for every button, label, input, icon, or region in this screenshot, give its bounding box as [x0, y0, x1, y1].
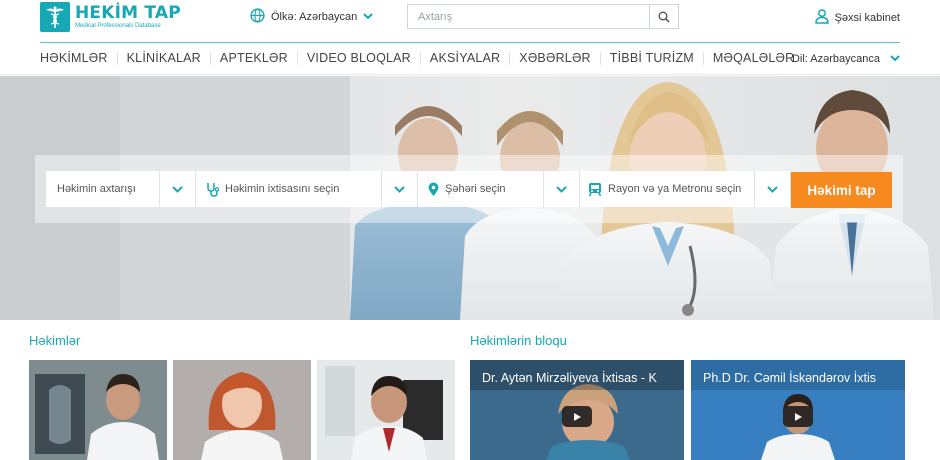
- doctor-search-field[interactable]: Həkimin axtarışı: [46, 171, 196, 207]
- doctor-search-label: Həkimin axtarışı: [57, 183, 136, 195]
- nav-item-clinics[interactable]: KLİNİKALAR: [116, 52, 210, 65]
- stethoscope-icon: [206, 182, 219, 197]
- language-selector[interactable]: Dil: Azərbaycanca: [792, 53, 900, 65]
- country-selector[interactable]: Ölkə: Azərbaycan: [250, 8, 373, 26]
- doctor-photo: [29, 360, 167, 460]
- find-doctor-button[interactable]: Həkimi tap: [791, 172, 892, 208]
- site-header: HEKİM TAP Medical Professionals Database…: [0, 0, 940, 44]
- hero-banner: Həkimin axtarışı Həkimin ixtisasını seçi…: [0, 76, 940, 320]
- doctor-card[interactable]: [173, 360, 311, 460]
- doctor-finder-panel: Həkimin axtarışı Həkimin ixtisasını seçi…: [35, 155, 903, 223]
- chevron-down-icon: [363, 11, 373, 23]
- play-icon[interactable]: [783, 406, 813, 427]
- logo-title: HEKİM TAP: [75, 3, 181, 23]
- nav-item-pharmacies[interactable]: APTEKLƏR: [209, 52, 297, 65]
- nav-item-promotions[interactable]: AKSİYALAR: [419, 52, 509, 65]
- district-metro-select[interactable]: Rayon və ya Metronu seçin: [580, 171, 791, 207]
- nav-item-medical-tourism[interactable]: TİBBİ TURİZM: [599, 52, 703, 65]
- search-bar: [407, 4, 679, 29]
- doctor-card[interactable]: [317, 360, 455, 460]
- video-title: Ph.D Dr. Cəmil İskəndərov İxtis: [703, 371, 876, 385]
- globe-icon: [250, 8, 265, 26]
- chevron-down-icon[interactable]: [381, 171, 417, 207]
- city-label: Şəhəri seçin: [445, 183, 506, 195]
- search-button[interactable]: [649, 5, 678, 28]
- video-card[interactable]: Dr. Aytən Mirzəliyeva İxtisas - K: [470, 360, 684, 460]
- doctors-section-title: Həkimlər: [29, 333, 81, 348]
- personal-cabinet-link[interactable]: Şəxsi kabinet: [814, 9, 900, 27]
- search-input[interactable]: [408, 5, 649, 28]
- specialty-label: Həkimin ixtisasını seçin: [225, 183, 340, 195]
- nav-item-video-blogs[interactable]: VIDEO BLOQLAR: [296, 52, 420, 65]
- video-card[interactable]: Ph.D Dr. Cəmil İskəndərov İxtis: [691, 360, 905, 460]
- doctor-card[interactable]: [29, 360, 167, 460]
- site-logo[interactable]: HEKİM TAP Medical Professionals Database: [40, 2, 181, 32]
- district-label: Rayon və ya Metronu seçin: [608, 183, 742, 195]
- blog-section-title: Həkimlərin bloqu: [470, 333, 567, 348]
- chevron-down-icon[interactable]: [159, 171, 195, 207]
- main-nav: HƏKİMLƏR KLİNİKALAR APTEKLƏR VIDEO BLOQL…: [0, 44, 940, 75]
- chevron-down-icon[interactable]: [543, 171, 579, 207]
- chevron-down-icon: [890, 53, 900, 65]
- metro-train-icon: [588, 182, 602, 197]
- video-title: Dr. Aytən Mirzəliyeva İxtisas - K: [482, 371, 657, 385]
- language-label: Dil: Azərbaycanca: [791, 53, 880, 65]
- play-icon[interactable]: [562, 406, 592, 427]
- city-select[interactable]: Şəhəri seçin: [418, 171, 580, 207]
- doctor-photo: [317, 360, 455, 460]
- logo-subtitle: Medical Professionals Database: [75, 23, 161, 29]
- location-pin-icon: [428, 182, 439, 197]
- chevron-down-icon[interactable]: [754, 171, 790, 207]
- nav-item-news[interactable]: XƏBƏRLƏR: [509, 52, 600, 65]
- cabinet-label: Şəxsi kabinet: [834, 12, 900, 24]
- doctor-photo: [173, 360, 311, 460]
- nav-item-doctors[interactable]: HƏKİMLƏR: [40, 52, 117, 65]
- header-divider: [40, 42, 900, 43]
- caduceus-icon: [40, 2, 70, 32]
- search-icon: [658, 11, 670, 23]
- nav-item-articles[interactable]: MƏQALƏLƏR: [702, 52, 803, 65]
- specialty-select[interactable]: Həkimin ixtisasını seçin: [196, 171, 418, 207]
- user-icon: [814, 9, 829, 27]
- country-label: Ölkə: Azərbaycan: [271, 11, 358, 23]
